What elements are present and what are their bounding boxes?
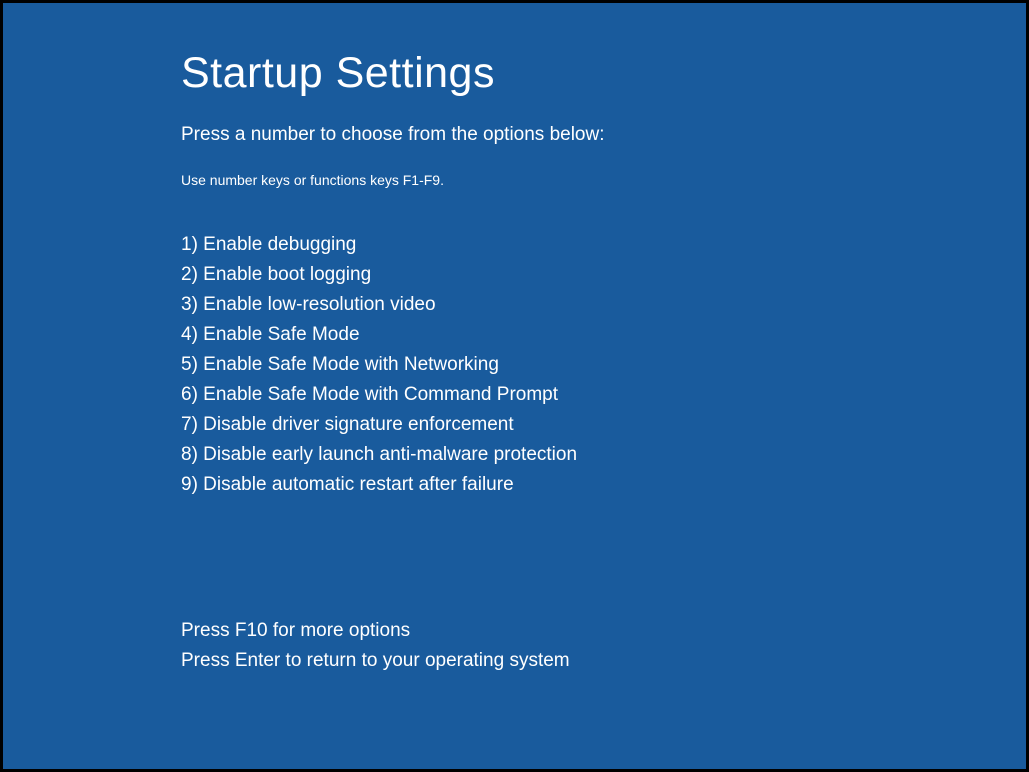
footer-instructions: Press F10 for more options Press Enter t… — [181, 616, 1026, 676]
option-3-enable-low-resolution-video[interactable]: 3) Enable low-resolution video — [181, 290, 1026, 320]
option-4-enable-safe-mode[interactable]: 4) Enable Safe Mode — [181, 320, 1026, 350]
startup-settings-screen: Startup Settings Press a number to choos… — [3, 3, 1026, 676]
option-5-enable-safe-mode-networking[interactable]: 5) Enable Safe Mode with Networking — [181, 350, 1026, 380]
more-options-hint: Press F10 for more options — [181, 616, 1026, 646]
option-2-enable-boot-logging[interactable]: 2) Enable boot logging — [181, 260, 1026, 290]
option-9-disable-auto-restart[interactable]: 9) Disable automatic restart after failu… — [181, 470, 1026, 500]
options-list: 1) Enable debugging 2) Enable boot loggi… — [181, 230, 1026, 500]
option-6-enable-safe-mode-command-prompt[interactable]: 6) Enable Safe Mode with Command Prompt — [181, 380, 1026, 410]
option-8-disable-anti-malware[interactable]: 8) Disable early launch anti-malware pro… — [181, 440, 1026, 470]
option-7-disable-driver-signature[interactable]: 7) Disable driver signature enforcement — [181, 410, 1026, 440]
option-1-enable-debugging[interactable]: 1) Enable debugging — [181, 230, 1026, 260]
key-hint: Use number keys or functions keys F1-F9. — [181, 172, 1026, 188]
page-title: Startup Settings — [181, 49, 1026, 98]
return-os-hint: Press Enter to return to your operating … — [181, 646, 1026, 676]
subtitle: Press a number to choose from the option… — [181, 124, 1026, 146]
